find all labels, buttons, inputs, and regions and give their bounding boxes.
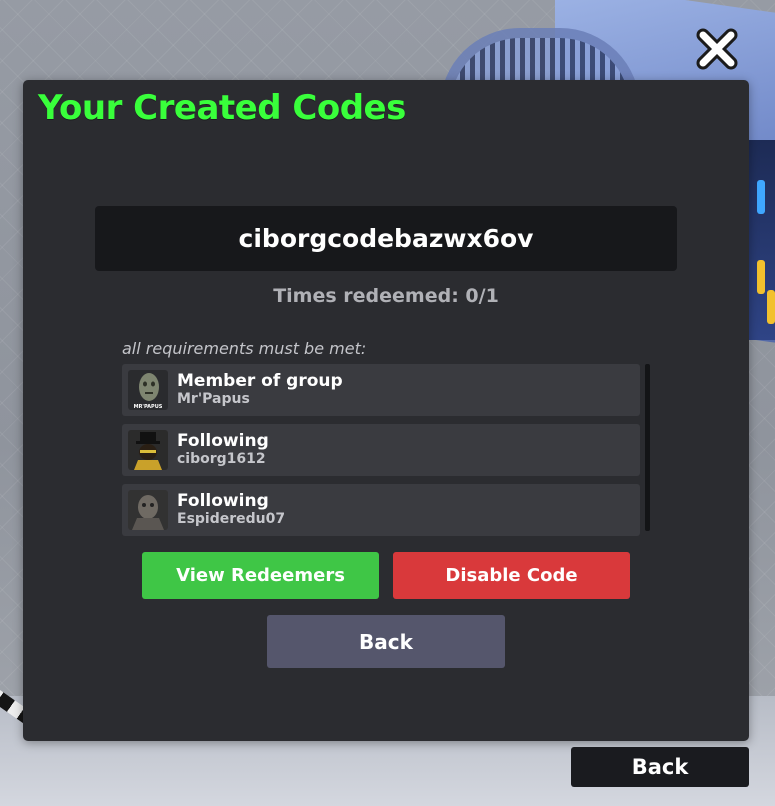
requirement-title: Member of group xyxy=(177,371,343,392)
requirement-item: Following Espideredu07 xyxy=(122,484,640,536)
requirement-subtitle: ciborg1612 xyxy=(177,451,266,468)
close-button[interactable] xyxy=(694,26,740,72)
group-avatar: MR'PAPUS xyxy=(128,370,168,410)
requirement-subtitle: Espideredu07 xyxy=(177,511,286,528)
code-display[interactable]: ciborgcodebazwx6ov xyxy=(95,206,677,271)
user-avatar xyxy=(128,430,168,470)
created-codes-panel: Your Created Codes ciborgcodebazwx6ov Ti… xyxy=(23,80,749,741)
times-redeemed-text: Times redeemed: 0/1 xyxy=(273,285,499,307)
requirements-scrollbar[interactable] xyxy=(645,364,650,531)
requirements-label: all requirements must be met: xyxy=(122,339,367,358)
disable-code-button[interactable]: Disable Code xyxy=(393,552,630,599)
requirement-subtitle: Mr'Papus xyxy=(177,391,250,408)
requirements-list: MR'PAPUS Member of group Mr'Papus Follow… xyxy=(122,364,640,536)
user-avatar xyxy=(128,490,168,530)
panel-title: Your Created Codes xyxy=(38,88,406,128)
requirement-item: MR'PAPUS Member of group Mr'Papus xyxy=(122,364,640,416)
outer-back-button[interactable]: Back xyxy=(571,747,749,787)
avatar-caption: MR'PAPUS xyxy=(134,404,163,410)
requirement-title: Following xyxy=(177,491,269,512)
view-redeemers-button[interactable]: View Redeemers xyxy=(142,552,379,599)
back-button[interactable]: Back xyxy=(267,615,505,668)
close-icon xyxy=(696,28,738,70)
requirement-item: Following ciborg1612 xyxy=(122,424,640,476)
requirement-title: Following xyxy=(177,431,269,452)
